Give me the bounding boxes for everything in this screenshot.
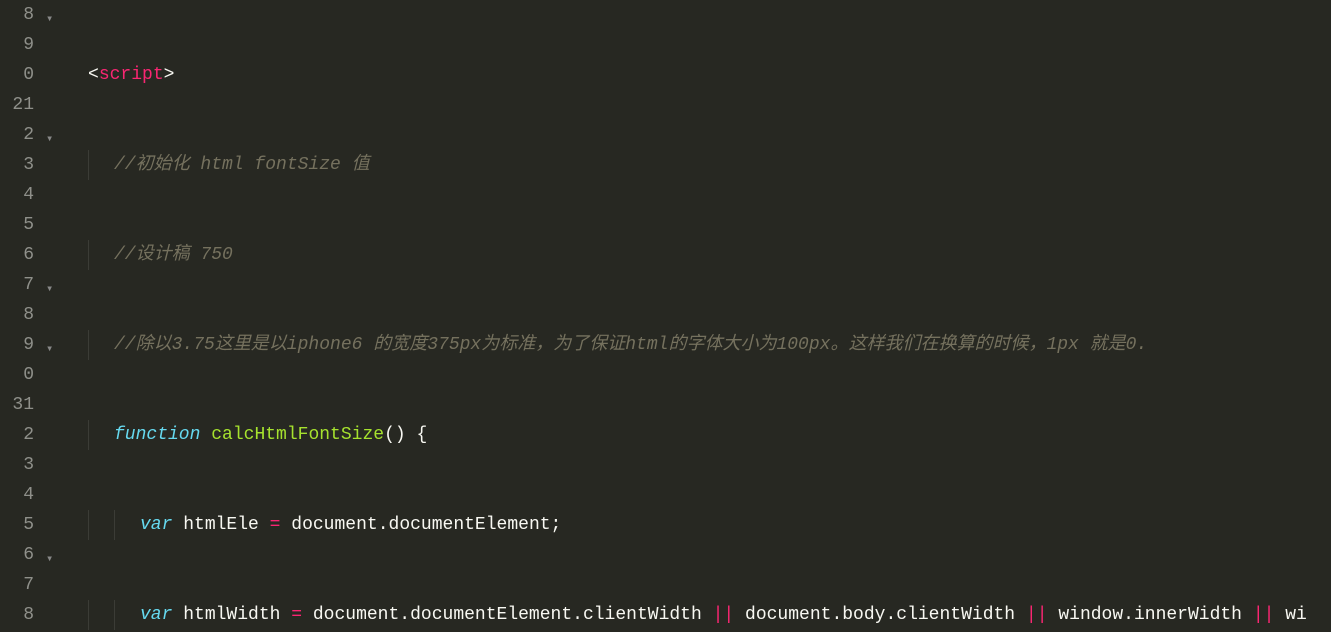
code-line[interactable]: var htmlEle = document.documentElement; [62, 510, 1331, 540]
line-number: 5 [0, 210, 34, 240]
fold-marker-icon[interactable] [44, 0, 62, 30]
line-number: 2 [0, 420, 34, 450]
line-number: 9 [0, 330, 34, 360]
line-number: 2 [0, 120, 34, 150]
fold-marker-icon[interactable] [44, 330, 62, 360]
line-number: 0 [0, 360, 34, 390]
line-number: 3 [0, 150, 34, 180]
code-line[interactable]: function calcHtmlFontSize() { [62, 420, 1331, 450]
line-number-gutter: 8 9 0 21 2 3 4 5 6 7 8 9 0 31 2 3 4 5 6 … [0, 0, 44, 632]
line-number: 8 [0, 300, 34, 330]
line-number: 3 [0, 450, 34, 480]
code-editor[interactable]: 8 9 0 21 2 3 4 5 6 7 8 9 0 31 2 3 4 5 6 … [0, 0, 1331, 632]
code-line[interactable]: var htmlWidth = document.documentElement… [62, 600, 1331, 630]
fold-marker-icon[interactable] [44, 120, 62, 150]
code-line[interactable]: //初始化 html fontSize 值 [62, 150, 1331, 180]
line-number: 7 [0, 570, 34, 600]
line-number: 0 [0, 60, 34, 90]
line-number: 31 [0, 390, 34, 420]
line-number: 4 [0, 180, 34, 210]
line-number: 6 [0, 240, 34, 270]
code-line[interactable]: <script> [62, 60, 1331, 90]
fold-column [44, 0, 62, 632]
line-number: 4 [0, 480, 34, 510]
line-number: 6 [0, 540, 34, 570]
code-area[interactable]: <script> //初始化 html fontSize 值 //设计稿 750… [62, 0, 1331, 632]
line-number: 7 [0, 270, 34, 300]
line-number: 9 [0, 30, 34, 60]
line-number: 21 [0, 90, 34, 120]
line-number: 8 [0, 600, 34, 630]
line-number: 8 [0, 0, 34, 30]
code-line[interactable]: //设计稿 750 [62, 240, 1331, 270]
fold-marker-icon[interactable] [44, 270, 62, 300]
line-number: 5 [0, 510, 34, 540]
fold-marker-icon[interactable] [44, 540, 62, 570]
code-line[interactable]: //除以3.75这里是以iphone6 的宽度375px为标准，为了保证html… [62, 330, 1331, 360]
